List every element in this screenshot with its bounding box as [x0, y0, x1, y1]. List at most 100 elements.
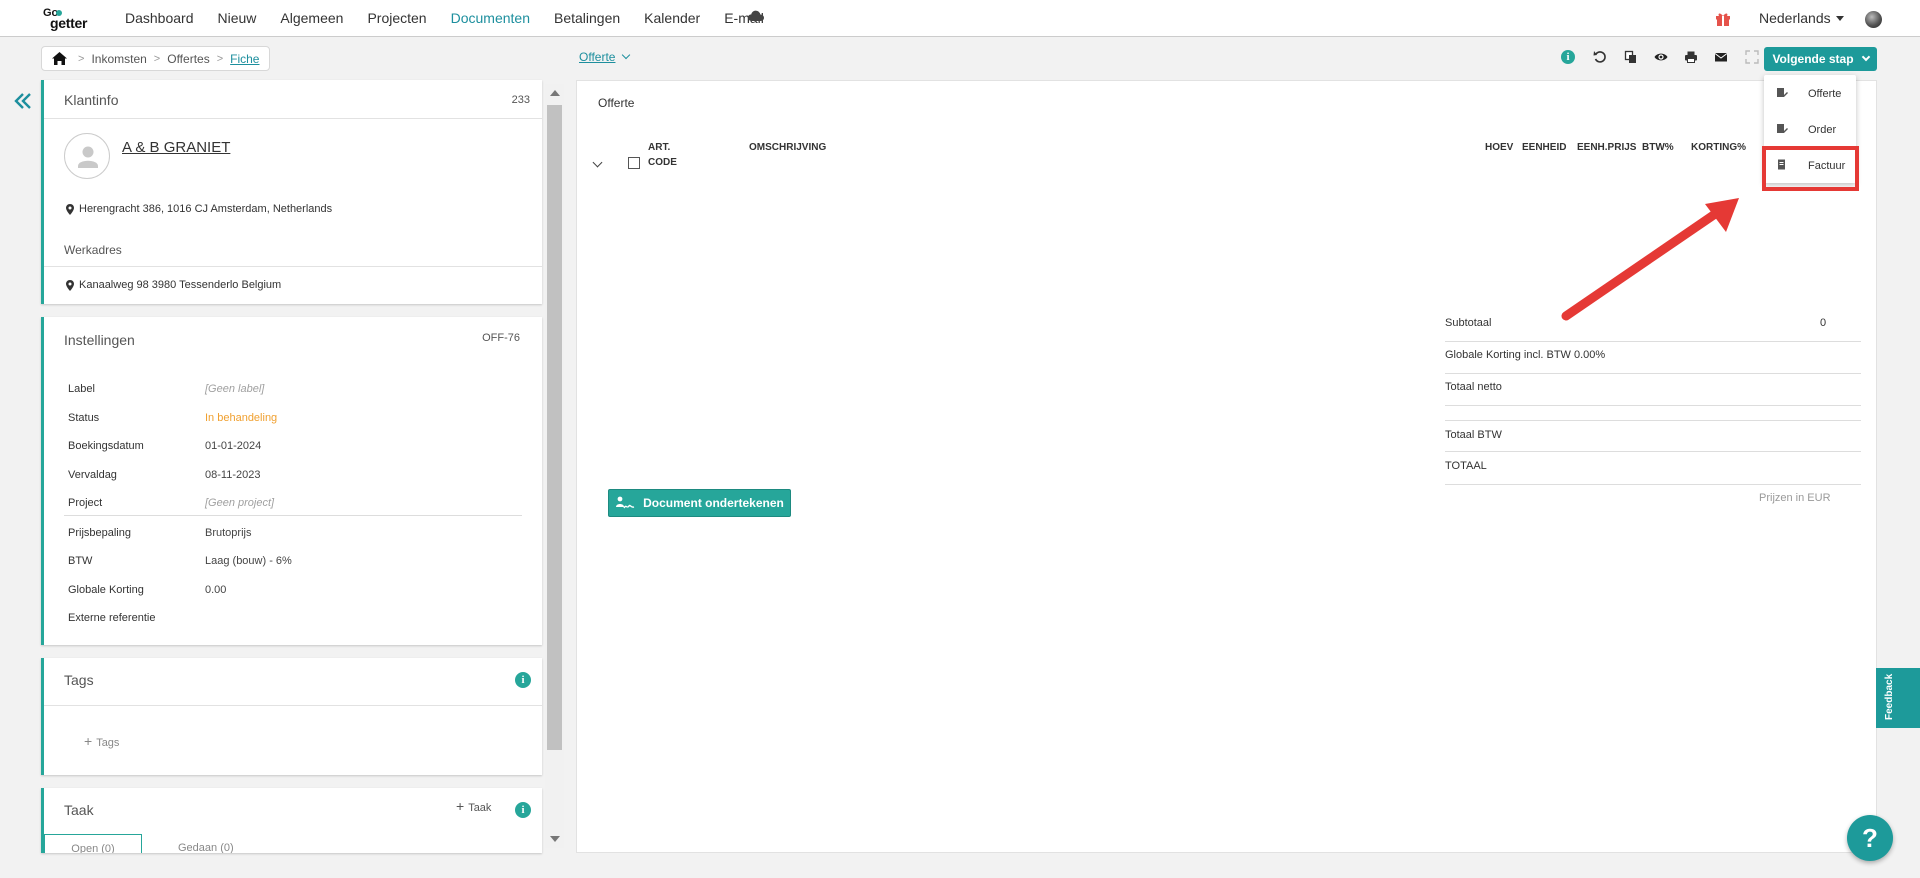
setting-booking-date-value[interactable]: 01-01-2024 — [205, 440, 261, 452]
scroll-down-arrow-icon[interactable] — [550, 836, 560, 842]
nav-dashboard[interactable]: Dashboard — [113, 0, 206, 36]
nav-nieuw[interactable]: Nieuw — [206, 0, 269, 36]
setting-due-date-value[interactable]: 08-11-2023 — [205, 469, 260, 481]
breadcrumb-fiche[interactable]: Fiche — [230, 52, 259, 66]
setting-vat-value[interactable]: Laag (bouw) - 6% — [205, 555, 292, 567]
settings-title: Instellingen — [64, 332, 135, 348]
left-column-scrollbar[interactable] — [545, 84, 564, 848]
info-icon[interactable]: i — [515, 802, 531, 818]
plus-icon: + — [84, 733, 93, 749]
language-label: Nederlands — [1759, 10, 1831, 26]
menu-item-order-label: Order — [1808, 124, 1837, 136]
add-tag-button[interactable]: + Tags — [84, 733, 119, 749]
signature-icon — [616, 496, 635, 509]
gogetter-logo[interactable]: Go getter — [43, 7, 101, 31]
nav-email[interactable]: E-mail — [712, 0, 776, 36]
nav-algemeen[interactable]: Algemeen — [268, 0, 355, 36]
tags-title: Tags — [64, 672, 94, 688]
total-vat-label: Totaal BTW — [1445, 429, 1502, 441]
setting-project-value[interactable]: [Geen project] — [205, 497, 274, 509]
setting-status-value[interactable]: In behandeling — [205, 412, 277, 424]
work-address: Kanaalweg 98 3980 Tessenderlo Belgium — [79, 279, 282, 291]
nav-betalingen[interactable]: Betalingen — [542, 0, 632, 36]
next-step-label: Volgende stap — [1772, 52, 1854, 66]
settings-panel: Instellingen OFF-76 Label [Geen label] S… — [41, 317, 542, 645]
logo-text-bottom: getter — [50, 15, 88, 31]
undo-icon[interactable] — [1593, 50, 1607, 64]
task-panel: Taak + Taak i Open (0) Gedaan (0) — [41, 788, 542, 853]
home-icon[interactable] — [52, 52, 67, 65]
help-button[interactable]: ? — [1847, 815, 1893, 861]
collapse-double-chevron-icon[interactable] — [14, 92, 32, 110]
nav-projecten[interactable]: Projecten — [355, 0, 438, 36]
print-icon[interactable] — [1684, 50, 1698, 64]
col-art-code: ART. CODE — [648, 140, 677, 170]
main-nav: Dashboard Nieuw Algemeen Projecten Docum… — [113, 0, 776, 36]
col-unit-price: EENH.PRIJS — [1577, 142, 1637, 153]
setting-vat-label: BTW — [68, 555, 93, 567]
feedback-tab[interactable]: Feedback — [1876, 668, 1920, 728]
sign-document-button[interactable]: Document ondertekenen — [608, 489, 791, 517]
scroll-up-arrow-icon[interactable] — [550, 90, 560, 96]
currency-note: Prijzen in EUR — [1759, 492, 1831, 504]
setting-pricing-value[interactable]: Brutoprijs — [205, 527, 251, 539]
top-navbar: Go getter Dashboard Nieuw Algemeen Proje… — [0, 0, 1920, 37]
work-address-row: Kanaalweg 98 3980 Tessenderlo Belgium — [66, 279, 281, 291]
client-address: Herengracht 386, 1016 CJ Amsterdam, Neth… — [79, 203, 333, 215]
col-discount-percent: KORTING% — [1691, 142, 1746, 153]
copy-icon[interactable] — [1624, 50, 1638, 64]
divider — [44, 705, 542, 706]
language-select[interactable]: Nederlands — [1759, 0, 1844, 36]
col-unit: EENHEID — [1522, 142, 1567, 153]
grand-total-label: TOTAAL — [1445, 460, 1487, 472]
scroll-thumb[interactable] — [547, 105, 562, 750]
add-task-button[interactable]: + Taak — [456, 798, 491, 814]
col-description: OMSCHRIJVING — [749, 142, 827, 153]
user-avatar[interactable] — [1865, 11, 1882, 28]
settings-code: OFF-76 — [482, 332, 520, 344]
preview-eye-icon[interactable] — [1654, 50, 1668, 64]
next-step-button[interactable]: Volgende stap — [1764, 47, 1877, 71]
menu-item-offerte-label: Offerte — [1808, 88, 1842, 100]
breadcrumb-inkomsten[interactable]: Inkomsten — [91, 52, 146, 66]
document-edit-icon — [1777, 88, 1788, 97]
divider — [1445, 405, 1861, 406]
col-code-label: CODE — [648, 157, 677, 168]
menu-item-offerte[interactable]: Offerte — [1764, 75, 1856, 111]
select-all-checkbox[interactable] — [628, 157, 640, 169]
total-net-label: Totaal netto — [1445, 381, 1502, 393]
sign-document-label: Document ondertekenen — [643, 496, 784, 510]
document-type-select[interactable]: Offerte — [579, 50, 631, 64]
client-name-link[interactable]: A & B GRANIET — [122, 139, 230, 156]
setting-discount-value[interactable]: 0.00 — [205, 584, 226, 596]
document-edit-icon — [1777, 124, 1788, 133]
subtotal-label: Subtotaal — [1445, 317, 1492, 329]
tab-done-tasks[interactable]: Gedaan (0) — [178, 842, 234, 853]
setting-external-ref-label: Externe referentie — [68, 612, 156, 624]
breadcrumb-offertes[interactable]: Offertes — [167, 52, 209, 66]
setting-pricing-label: Prijsbepaling — [68, 527, 131, 539]
setting-label-label: Label — [68, 383, 95, 395]
client-info-title: Klantinfo — [64, 92, 119, 108]
fullscreen-icon[interactable] — [1745, 50, 1759, 64]
add-task-label: Taak — [468, 802, 492, 814]
info-icon[interactable]: i — [515, 672, 531, 688]
cloud-icon[interactable] — [748, 10, 764, 21]
tab-open-tasks[interactable]: Open (0) — [44, 834, 142, 853]
mail-icon[interactable] — [1714, 50, 1728, 64]
gift-icon[interactable] — [1715, 11, 1731, 26]
setting-label-value[interactable]: [Geen label] — [205, 383, 264, 395]
plus-icon: + — [456, 798, 465, 814]
info-icon[interactable]: i — [1561, 50, 1575, 64]
feedback-label: Feedback — [1884, 673, 1895, 720]
nav-kalender[interactable]: Kalender — [632, 0, 712, 36]
divider — [1445, 341, 1861, 342]
nav-documenten[interactable]: Documenten — [439, 0, 542, 36]
task-title: Taak — [64, 802, 94, 818]
client-info-panel: Klantinfo 233 A & B GRANIET Herengracht … — [41, 80, 542, 304]
add-tag-label: Tags — [96, 737, 120, 749]
client-avatar — [64, 133, 110, 179]
user-placeholder-icon — [78, 146, 98, 168]
menu-item-order[interactable]: Order — [1764, 111, 1856, 147]
chevron-down-icon[interactable] — [592, 157, 603, 168]
